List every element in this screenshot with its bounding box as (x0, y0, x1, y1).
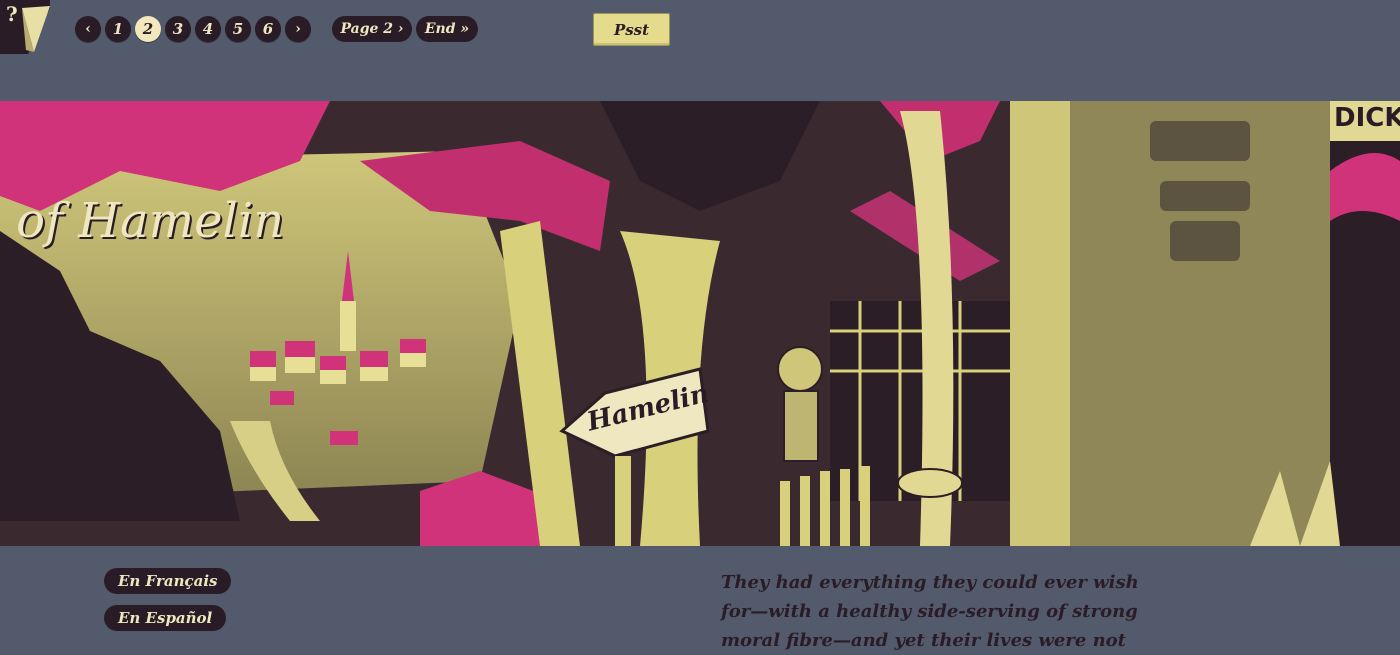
page-5-button[interactable]: 5 (225, 16, 251, 42)
story-line-2: for—with a healthy side-serving of stron… (721, 601, 1138, 622)
help-label: ? (6, 2, 18, 26)
french-language-button[interactable]: En Français (104, 568, 232, 594)
story-line-3: moral fibre—and yet their lives were not (721, 630, 1126, 651)
page-6-button[interactable]: 6 (255, 16, 281, 42)
page-4-button[interactable]: 4 (195, 16, 221, 42)
page-2-jump-button[interactable]: Page 2 › (332, 16, 412, 42)
page-2-button[interactable]: 2 (135, 16, 161, 42)
page-3-button[interactable]: 3 (165, 16, 191, 42)
end-button[interactable]: End » (416, 16, 478, 42)
page-1-button[interactable]: 1 (105, 16, 131, 42)
hamelin-banner-illustration: n of Hamelin Hamelin DICK (0, 101, 1400, 546)
next-page-button[interactable]: › (285, 16, 311, 42)
psst-button[interactable]: Psst (593, 13, 670, 46)
page-pagination: ‹ 1 2 3 4 5 6 › (75, 16, 315, 42)
help-corner-button[interactable]: ? (0, 0, 50, 54)
story-line-1: They had everything they could ever wish (721, 572, 1139, 593)
prev-page-button[interactable]: ‹ (75, 16, 101, 42)
poster-text: DICK (1334, 103, 1400, 133)
banner-title: n of Hamelin (0, 193, 285, 249)
story-text: They had everything they could ever wish… (721, 568, 1141, 655)
spanish-language-button[interactable]: En Español (104, 605, 227, 631)
